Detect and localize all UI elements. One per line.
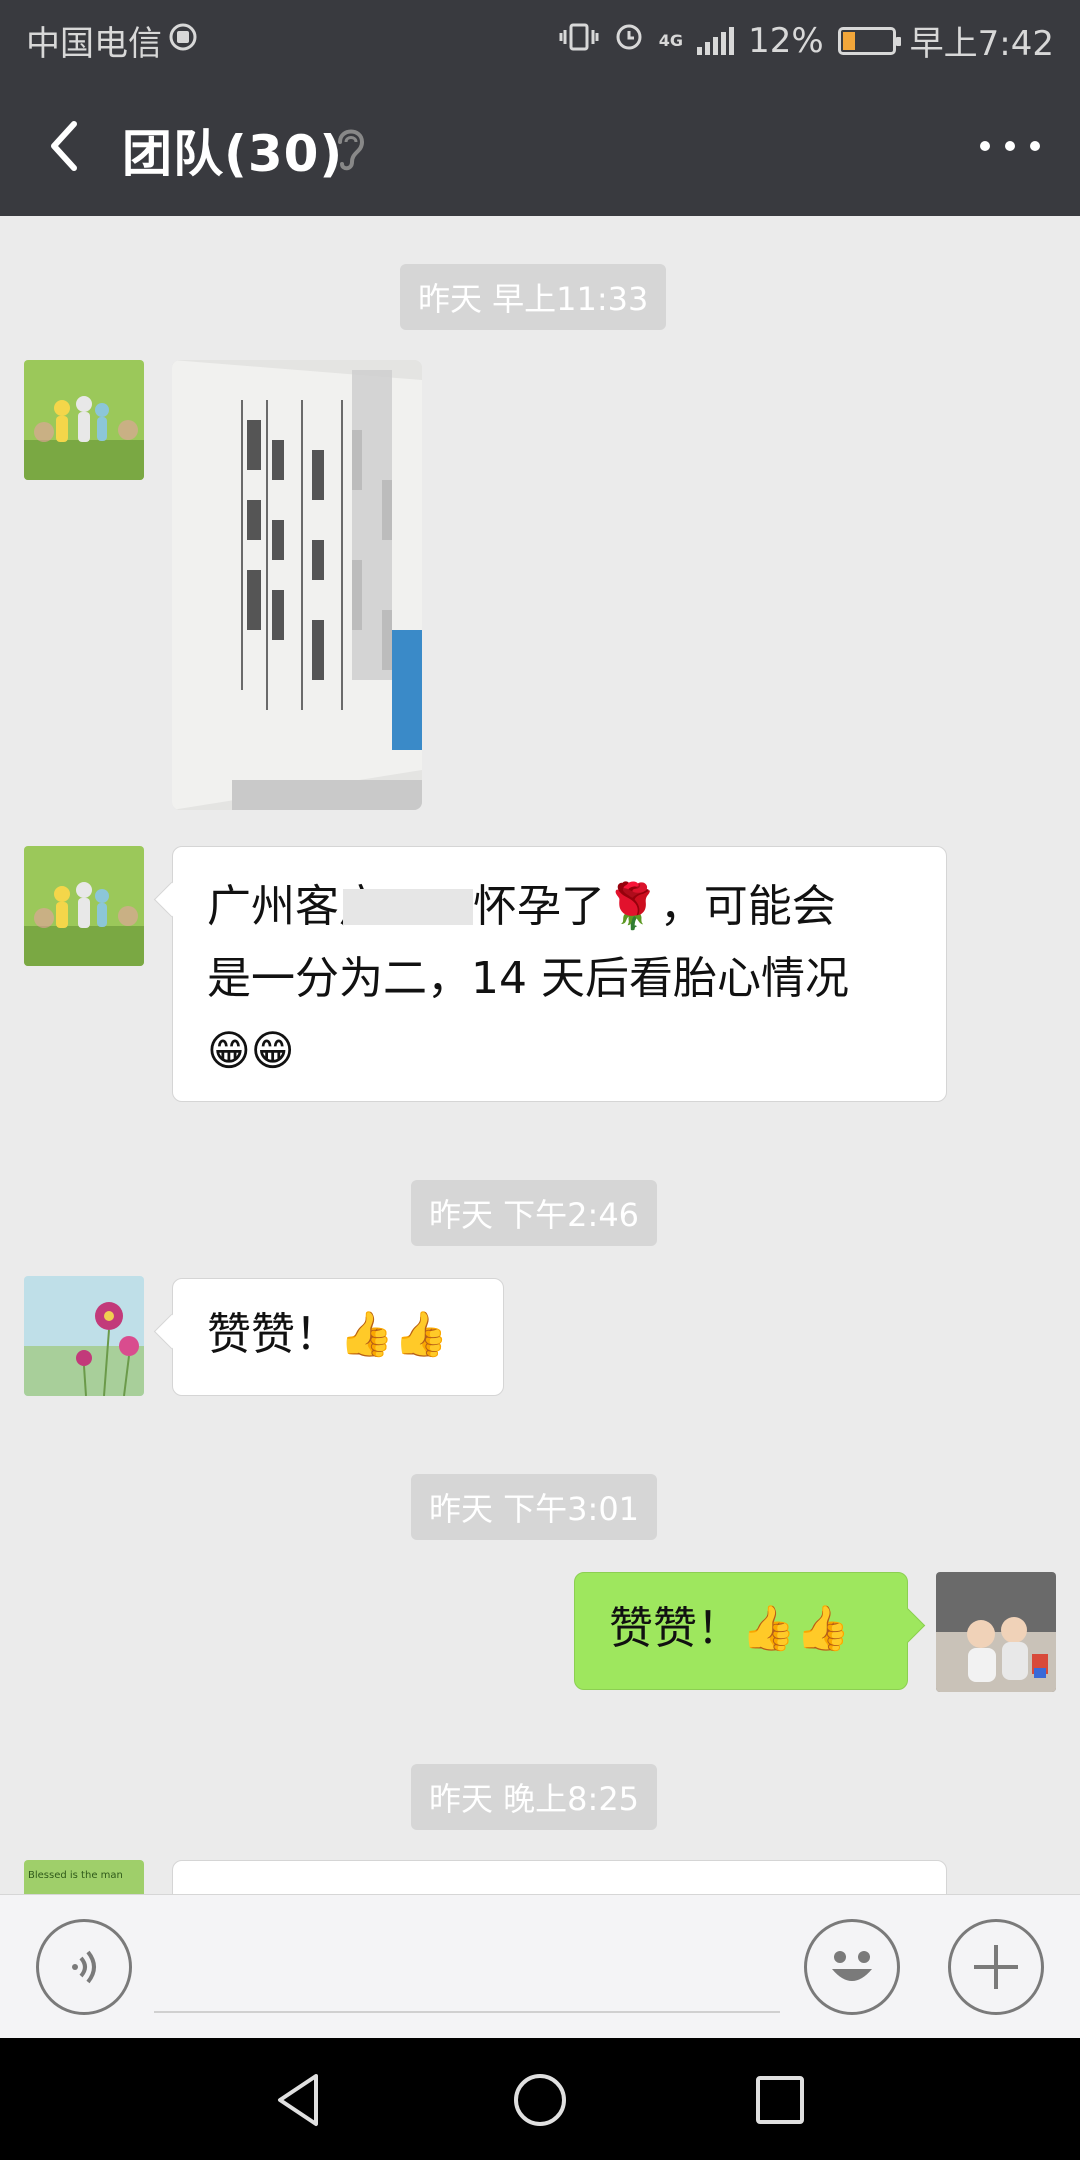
my-avatar[interactable] [936, 1572, 1056, 1692]
chat-header: 团队(30) [0, 76, 1080, 216]
avatar[interactable] [24, 846, 144, 966]
clock: 早上7:42 [909, 24, 1054, 64]
timestamp: 昨天 下午3:01 [411, 1474, 658, 1540]
message-bubble[interactable] [172, 1860, 947, 1894]
status-bar: 中国电信 4G 12% 早上7:42 [0, 0, 1080, 76]
message-list[interactable]: 昨天 早上11:33 广州客户 怀孕了🌹，可能会 是一分为二，14 天后看胎心情… [0, 216, 1080, 1894]
timestamp: 昨天 下午2:46 [411, 1180, 658, 1246]
message-text: 怀孕了🌹，可能会 [473, 881, 836, 932]
battery-percent: 12% [748, 20, 824, 61]
triangle-back-icon [278, 2074, 318, 2126]
nav-home-button[interactable] [510, 2070, 570, 2130]
plus-icon [974, 1945, 1018, 1989]
my-message-bubble[interactable]: 赞赞！👍👍 [574, 1572, 908, 1690]
message-bubble[interactable]: 广州客户 怀孕了🌹，可能会 是一分为二，14 天后看胎心情况 😁😁 [172, 846, 947, 1102]
emoji-button[interactable] [804, 1919, 900, 2015]
avatar[interactable] [24, 360, 144, 480]
avatar[interactable]: Blessed is the man [24, 1860, 144, 1894]
image-message[interactable] [172, 360, 422, 810]
square-recents-icon [756, 2076, 804, 2124]
chat-title: 团队(30) [122, 125, 344, 183]
voice-icon [72, 1950, 96, 1984]
back-button[interactable] [38, 116, 94, 176]
message-bubble[interactable]: 赞赞！👍👍 [172, 1278, 504, 1396]
more-functions-button[interactable] [948, 1919, 1044, 2015]
message-text: 是一分为二，14 天后看胎心情况 [207, 953, 849, 1004]
signal-icon [697, 26, 735, 55]
carrier-label: 中国电信 [26, 24, 162, 64]
smiley-icon [832, 1951, 872, 1981]
avatar[interactable] [24, 1276, 144, 1396]
vibrate-icon [559, 21, 599, 61]
avatar-caption: Blessed is the man [28, 1870, 123, 1881]
timestamp: 昨天 早上11:33 [400, 264, 667, 330]
grin-emoji: 😁😁 [207, 1026, 295, 1075]
circle-home-icon [514, 2074, 566, 2126]
earpiece-mode-icon [330, 122, 370, 174]
system-navigation-bar [0, 2038, 1080, 2160]
network-type-label: 4G [658, 30, 684, 50]
message-text: 赞赞！👍👍 [609, 1603, 851, 1654]
input-bar [0, 1894, 1080, 2038]
nav-recents-button[interactable] [750, 2070, 810, 2130]
redacted-text [343, 889, 473, 925]
back-arrow-icon [51, 121, 77, 171]
nav-back-button[interactable] [270, 2070, 330, 2130]
voice-button[interactable] [36, 1919, 132, 2015]
message-input[interactable] [154, 2011, 780, 2013]
notification-icon [168, 21, 198, 61]
more-dots-icon [980, 141, 990, 151]
timestamp: 昨天 晚上8:25 [411, 1764, 658, 1830]
battery-icon [837, 26, 901, 55]
message-text: 赞赞！👍👍 [207, 1309, 449, 1360]
alarm-icon [613, 20, 645, 61]
more-options-button[interactable] [980, 136, 1040, 156]
